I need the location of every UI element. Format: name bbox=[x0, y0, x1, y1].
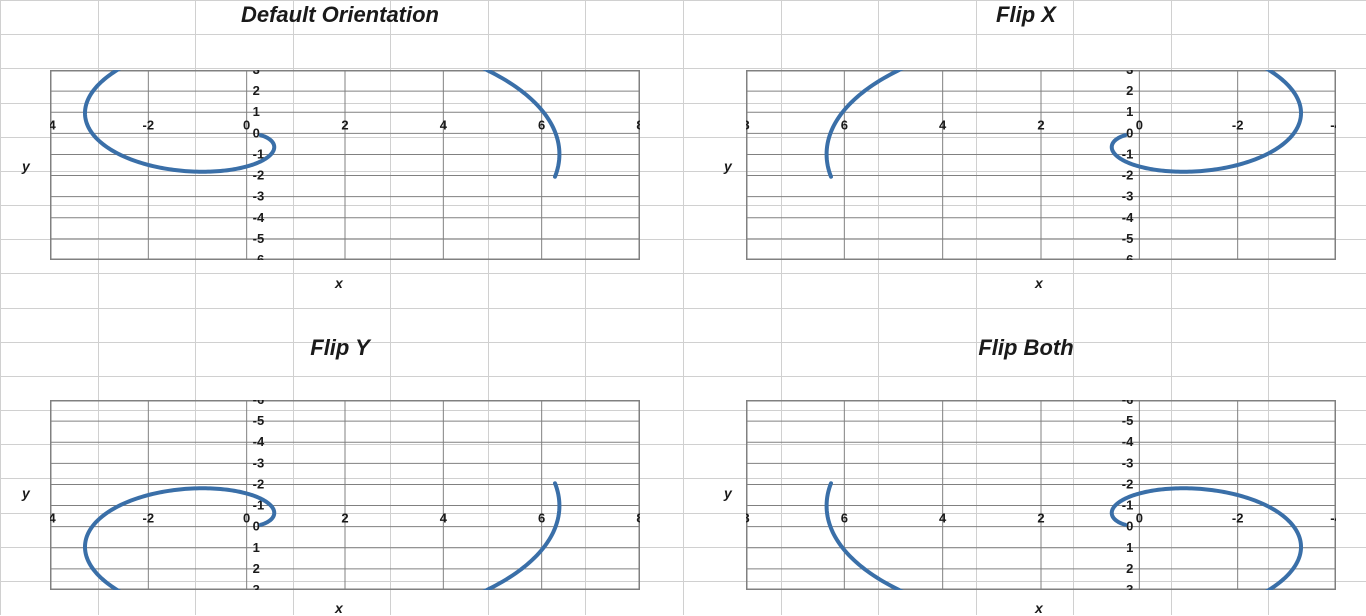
x-tick-label: 8 bbox=[746, 117, 750, 132]
y-tick-label: 1 bbox=[253, 104, 260, 119]
chart-title-2: Flip Y bbox=[0, 335, 680, 361]
x-tick-label: -2 bbox=[143, 511, 155, 526]
x-tick-label: 8 bbox=[636, 511, 640, 526]
y-tick-label: 0 bbox=[253, 519, 260, 534]
x-tick-label: -2 bbox=[1232, 511, 1244, 526]
y-tick-label: 1 bbox=[1126, 540, 1133, 555]
y-tick-label: -5 bbox=[1122, 231, 1134, 246]
y-tick-label: -4 bbox=[253, 434, 265, 449]
x-tick-label: 0 bbox=[1136, 511, 1143, 526]
x-tick-label: -4 bbox=[50, 117, 57, 132]
x-tick-label: 2 bbox=[1037, 511, 1044, 526]
x-tick-label: -4 bbox=[1330, 511, 1336, 526]
y-tick-label: -2 bbox=[253, 476, 265, 491]
x-axis-label-3: x bbox=[1035, 600, 1043, 616]
y-tick-label: 2 bbox=[1126, 83, 1133, 98]
y-tick-label: -2 bbox=[1122, 168, 1134, 183]
x-tick-label: 2 bbox=[1037, 117, 1044, 132]
x-tick-label: 0 bbox=[243, 117, 250, 132]
x-tick-label: 0 bbox=[1136, 117, 1143, 132]
x-tick-label: 2 bbox=[341, 117, 348, 132]
y-tick-label: -2 bbox=[253, 168, 265, 183]
spiral-curve bbox=[827, 70, 1301, 177]
y-axis-label-3: y bbox=[724, 485, 732, 501]
y-tick-label: -6 bbox=[253, 252, 265, 260]
y-axis-label-2: y bbox=[22, 485, 30, 501]
y-tick-label: 3 bbox=[253, 582, 260, 590]
y-tick-label: 3 bbox=[1126, 582, 1133, 590]
chart-plot-1: -6-5-4-3-2-10123-4-202468 bbox=[746, 70, 1336, 260]
x-axis-label-2: x bbox=[335, 600, 343, 616]
y-tick-label: 2 bbox=[253, 83, 260, 98]
chart-plot-2: -6-5-4-3-2-10123-4-202468 bbox=[50, 400, 640, 590]
x-tick-label: 6 bbox=[538, 511, 545, 526]
spiral-curve bbox=[85, 483, 559, 590]
x-tick-label: -2 bbox=[143, 117, 155, 132]
y-tick-label: -4 bbox=[1122, 210, 1134, 225]
x-tick-label: 6 bbox=[841, 511, 848, 526]
y-tick-label: 1 bbox=[1126, 104, 1133, 119]
x-tick-label: 4 bbox=[939, 117, 947, 132]
x-tick-label: 4 bbox=[440, 117, 448, 132]
y-tick-label: -2 bbox=[1122, 476, 1134, 491]
spiral-curve bbox=[827, 483, 1301, 590]
y-tick-label: -4 bbox=[253, 210, 265, 225]
y-tick-label: -5 bbox=[1122, 413, 1134, 428]
x-axis-label-0: x bbox=[335, 275, 343, 291]
x-tick-label: 2 bbox=[341, 511, 348, 526]
x-tick-label: 0 bbox=[243, 511, 250, 526]
y-tick-label: -3 bbox=[1122, 189, 1134, 204]
x-tick-label: -4 bbox=[1330, 117, 1336, 132]
chart-title-0: Default Orientation bbox=[0, 2, 680, 28]
y-tick-label: 2 bbox=[253, 561, 260, 576]
y-tick-label: -4 bbox=[1122, 434, 1134, 449]
y-tick-label: 2 bbox=[1126, 561, 1133, 576]
y-tick-label: -5 bbox=[253, 231, 265, 246]
x-tick-label: 4 bbox=[440, 511, 448, 526]
x-tick-label: -4 bbox=[50, 511, 57, 526]
x-tick-label: 6 bbox=[538, 117, 545, 132]
spiral-curve bbox=[85, 70, 559, 177]
x-tick-label: -2 bbox=[1232, 117, 1244, 132]
chart-plot-3: -6-5-4-3-2-10123-4-202468 bbox=[746, 400, 1336, 590]
y-tick-label: 0 bbox=[253, 125, 260, 140]
y-tick-label: 3 bbox=[253, 70, 260, 77]
y-tick-label: -5 bbox=[253, 413, 265, 428]
y-tick-label: -6 bbox=[1122, 252, 1134, 260]
y-tick-label: -3 bbox=[253, 189, 265, 204]
y-tick-label: -6 bbox=[1122, 400, 1134, 407]
x-tick-label: 8 bbox=[746, 511, 750, 526]
x-tick-label: 6 bbox=[841, 117, 848, 132]
y-tick-label: -6 bbox=[253, 400, 265, 407]
y-tick-label: 0 bbox=[1126, 519, 1133, 534]
y-tick-label: 3 bbox=[1126, 70, 1133, 77]
y-tick-label: 1 bbox=[253, 540, 260, 555]
y-axis-label-1: y bbox=[724, 158, 732, 174]
chart-plot-0: -6-5-4-3-2-10123-4-202468 bbox=[50, 70, 640, 260]
y-tick-label: -3 bbox=[1122, 455, 1134, 470]
x-tick-label: 4 bbox=[939, 511, 947, 526]
y-tick-label: -3 bbox=[253, 455, 265, 470]
chart-title-3: Flip Both bbox=[686, 335, 1366, 361]
chart-title-1: Flip X bbox=[686, 2, 1366, 28]
y-axis-label-0: y bbox=[22, 158, 30, 174]
x-tick-label: 8 bbox=[636, 117, 640, 132]
x-axis-label-1: x bbox=[1035, 275, 1043, 291]
y-tick-label: 0 bbox=[1126, 125, 1133, 140]
